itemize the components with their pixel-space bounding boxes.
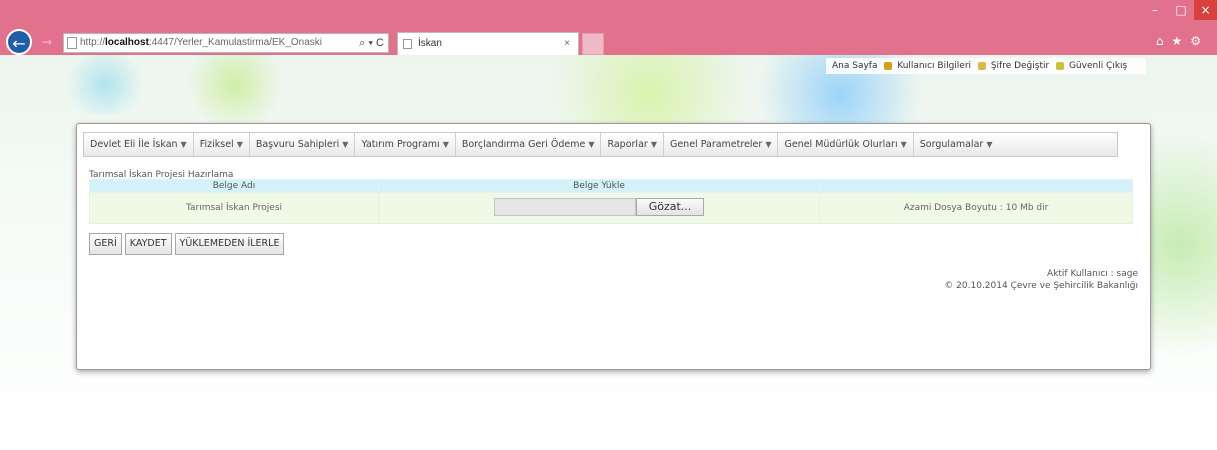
browser-tab[interactable]: İskan ×: [397, 32, 579, 55]
menu-raporlar[interactable]: Raporlar ▼: [601, 133, 664, 156]
table-row: Tarımsal İskan Projesi Gözat... Azami Do…: [89, 192, 1133, 224]
forward-arrow-icon[interactable]: →: [37, 32, 57, 52]
close-window-icon[interactable]: ×: [1194, 0, 1217, 20]
chevron-down-icon: ▼: [588, 140, 595, 149]
menu-label: Sorgulamalar: [919, 139, 984, 150]
logout-icon: [1056, 61, 1065, 70]
menu-label: Genel Parametreler: [669, 139, 763, 150]
menu-genel-mudurluk-olurlari[interactable]: Genel Müdürlük Olurları ▼: [778, 133, 914, 156]
chevron-down-icon: ▼: [986, 140, 993, 149]
upload-cell: Gözat...: [378, 192, 820, 224]
top-links: Ana Sayfa Kullanıcı Bilgileri Şifre Deği…: [826, 58, 1146, 74]
column-header-upload: Belge Yükle: [378, 179, 820, 193]
url-prefix: http://: [80, 37, 106, 48]
user-info-link[interactable]: Kullanıcı Bilgileri: [897, 61, 971, 71]
maximize-icon[interactable]: □: [1168, 0, 1194, 20]
footer: Aktif Kullanıcı : sage © 20.10.2014 Çevr…: [944, 268, 1138, 292]
table-header-row: Belge Adı Belge Yükle: [89, 179, 1133, 193]
logout-link[interactable]: Güvenli Çıkış: [1069, 61, 1127, 71]
chevron-down-icon: ▼: [442, 140, 449, 149]
chevron-down-icon: ▼: [650, 140, 657, 149]
menu-label: Genel Müdürlük Olurları: [784, 139, 898, 150]
max-size-cell: Azami Dosya Boyutu : 10 Mb dir: [819, 192, 1133, 224]
tab-title: İskan: [418, 38, 442, 49]
menu-bar: Devlet Eli İle İskan ▼ Fiziksel ▼ Başvuru …: [83, 132, 1118, 157]
menu-sorgulamalar[interactable]: Sorgulamalar ▼: [914, 133, 999, 156]
url-host: localhost: [105, 37, 149, 48]
chevron-down-icon: ▼: [342, 140, 349, 149]
home-favorites-settings-icons[interactable]: ⌂★⚙: [1156, 34, 1209, 48]
chevron-down-icon: ▼: [765, 140, 772, 149]
file-path-field[interactable]: [494, 197, 636, 216]
document-name-cell: Tarımsal İskan Projesi: [89, 192, 379, 224]
menu-devlet-eli-iskan[interactable]: Devlet Eli İle İskan ▼: [84, 133, 194, 156]
copyright-text: © 20.10.2014 Çevre ve Şehircilik Bakanlı…: [944, 281, 1138, 291]
background-swoosh: [180, 55, 290, 125]
menu-borclandirma[interactable]: Borçlandırma Geri Ödeme ▼: [456, 133, 602, 156]
new-tab-button[interactable]: [582, 33, 604, 55]
save-button[interactable]: KAYDET: [124, 233, 172, 255]
file-upload-input[interactable]: Gözat...: [494, 197, 704, 216]
column-header-info: [819, 179, 1133, 193]
minimize-icon[interactable]: –: [1142, 0, 1168, 20]
background-swoosh: [60, 55, 150, 115]
browser-chrome: ← → http://localhost:4447/Yerler_Kamulas…: [0, 0, 1217, 55]
menu-label: Devlet Eli İle İskan: [90, 139, 178, 150]
active-user-text: Aktif Kullanıcı : sage: [1047, 269, 1138, 279]
menu-yatirim-programi[interactable]: Yatırım Programı ▼: [355, 133, 456, 156]
browse-button[interactable]: Gözat...: [636, 197, 704, 216]
menu-label: Başvuru Sahipleri: [255, 139, 340, 150]
user-icon: [884, 61, 893, 70]
tab-close-icon[interactable]: ×: [564, 33, 570, 55]
menu-genel-parametreler[interactable]: Genel Parametreler ▼: [664, 133, 779, 156]
change-password-link[interactable]: Şifre Değiştir: [991, 61, 1049, 71]
document-upload-table: Belge Adı Belge Yükle Tarımsal İskan Pro…: [89, 179, 1133, 224]
menu-fiziksel[interactable]: Fiziksel ▼: [194, 133, 250, 156]
chevron-down-icon: ▼: [180, 140, 187, 149]
tab-page-icon: [403, 39, 412, 49]
chevron-down-icon: ▼: [236, 140, 243, 149]
page-icon: [67, 37, 77, 49]
menu-label: Yatırım Programı: [361, 139, 440, 150]
back-button[interactable]: GERİ: [89, 233, 122, 255]
menu-label: Borçlandırma Geri Ödeme: [461, 139, 586, 150]
address-bar[interactable]: http://localhost:4447/Yerler_Kamulastirm…: [63, 33, 389, 53]
menu-basvuru-sahipleri[interactable]: Başvuru Sahipleri ▼: [250, 133, 356, 156]
skip-upload-button[interactable]: YÜKLEMEDEN İLERLE: [174, 233, 285, 255]
back-arrow-icon[interactable]: ←: [6, 29, 32, 55]
menu-label: Raporlar: [607, 139, 648, 150]
main-panel: Devlet Eli İle İskan ▼ Fiziksel ▼ Başvuru …: [76, 123, 1151, 370]
chevron-down-icon: ▼: [900, 140, 907, 149]
address-tools-icons[interactable]: ⌕ ▾ C: [359, 34, 384, 52]
url-path: :4447/Yerler_Kamulastirma/EK_Onaski: [148, 37, 322, 48]
home-link[interactable]: Ana Sayfa: [832, 61, 877, 71]
column-header-document-name: Belge Adı: [89, 179, 379, 193]
menu-label: Fiziksel: [199, 139, 234, 150]
key-icon: [977, 61, 986, 70]
action-buttons: GERİ KAYDET YÜKLEMEDEN İLERLE: [89, 233, 285, 255]
